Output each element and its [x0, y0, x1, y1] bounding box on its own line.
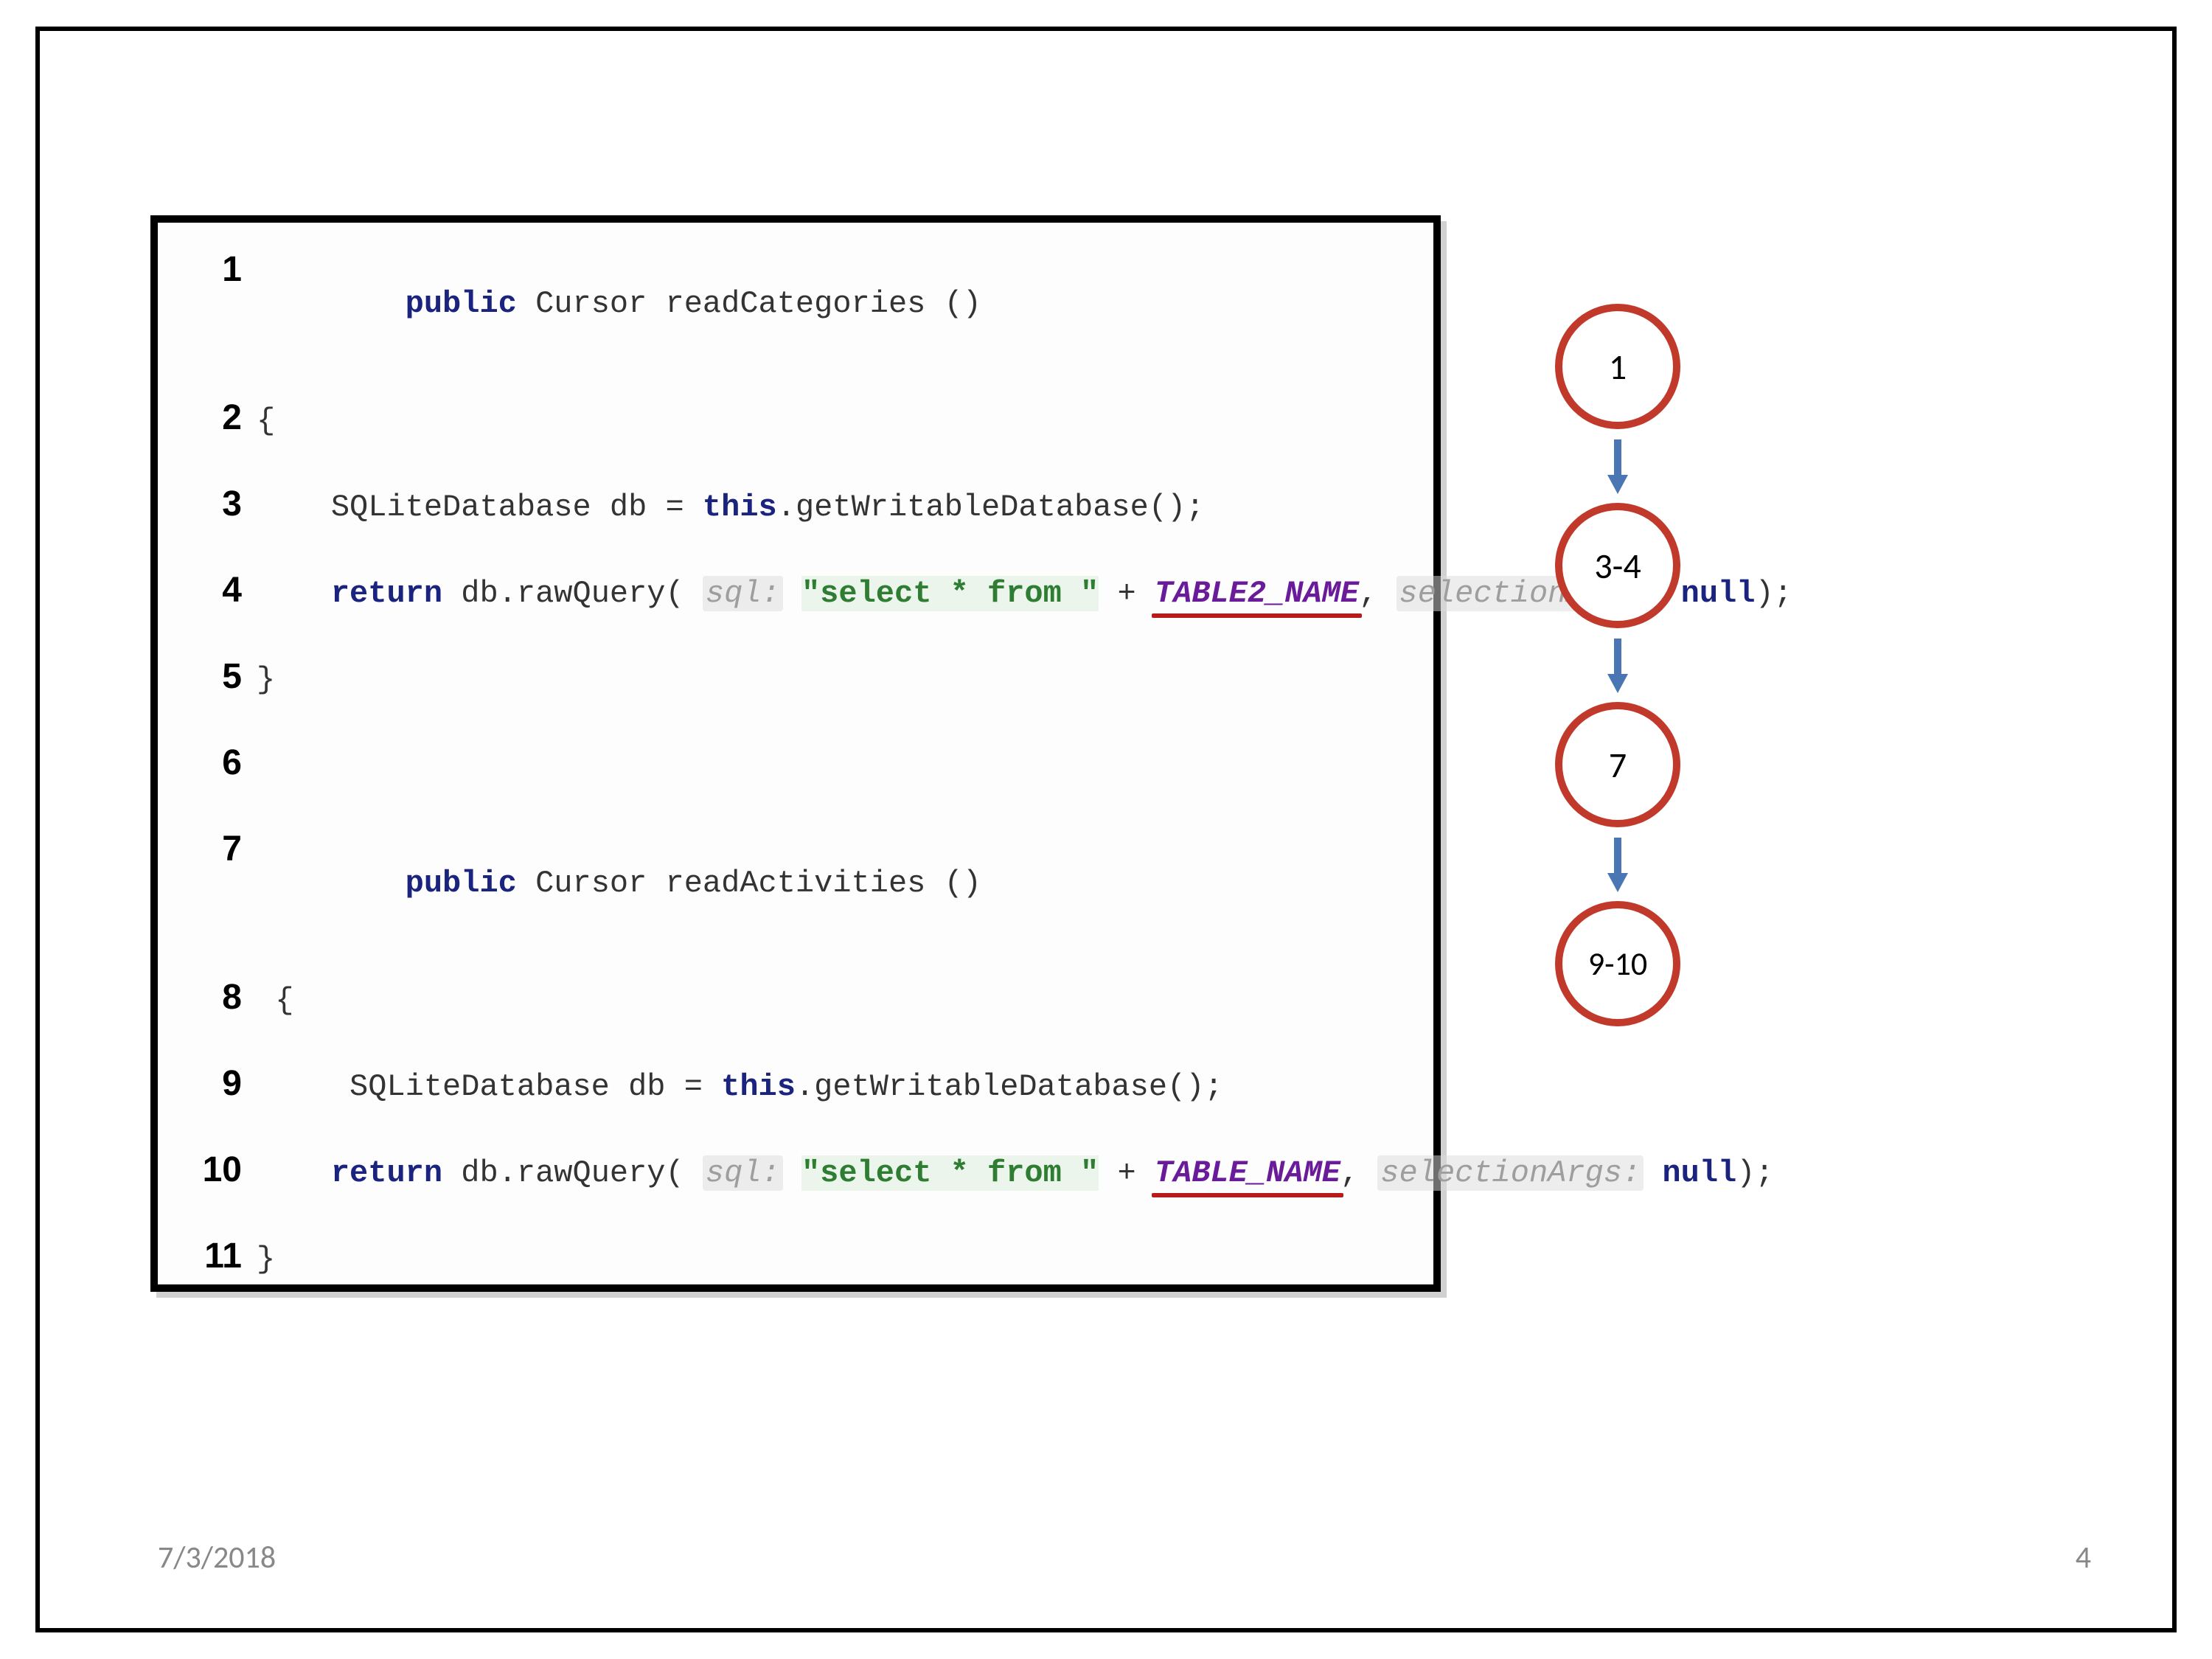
param-hint-selectionargs: selectionArgs: [1377, 1155, 1644, 1191]
code-line-11: 11 } [180, 1239, 1404, 1275]
keyword-public: public [406, 286, 517, 321]
const-table2-name: TABLE2_NAME [1155, 576, 1359, 611]
param-hint-sql: sql: [703, 576, 783, 611]
code-line-3: 3 SQLiteDatabase db = this.getWritableDa… [180, 487, 1404, 523]
code-line-7: 7 public Cursor readActivities () [180, 832, 1404, 930]
flow-arrow-icon [1529, 437, 1706, 495]
underlined-const: TABLE_NAME [1155, 1158, 1340, 1189]
line-number: 11 [180, 1239, 242, 1274]
keyword-this: this [721, 1069, 796, 1105]
line-number: 7 [180, 832, 242, 867]
keyword-public: public [406, 866, 517, 901]
string-literal: "select * from " [801, 1155, 1099, 1191]
code-box: 1 public Cursor readCategories () 2 { 3 … [150, 215, 1441, 1292]
string-literal: "select * from " [801, 576, 1099, 611]
code-line-8: 8 { [180, 980, 1404, 1016]
underlined-const: TABLE2_NAME [1155, 578, 1359, 609]
flow-node-4: 9-10 [1555, 901, 1680, 1026]
footer-date: 7/3/2018 [158, 1539, 276, 1576]
line-number: 3 [180, 487, 242, 522]
keyword-this: this [703, 490, 777, 525]
flow-arrow-icon [1529, 835, 1706, 894]
keyword-return: return [331, 1155, 442, 1191]
line-number: 9 [180, 1066, 242, 1102]
code-line-4: 4 return db.rawQuery( sql: "select * fro… [180, 573, 1404, 609]
line-number: 1 [180, 252, 242, 288]
param-hint-sql: sql: [703, 1155, 783, 1191]
flow-arrow-icon [1529, 636, 1706, 695]
code-line-9: 9 SQLiteDatabase db = this.getWritableDa… [180, 1066, 1404, 1102]
code-line-5: 5 } [180, 659, 1404, 695]
line-number: 5 [180, 659, 242, 695]
const-table-name: TABLE_NAME [1155, 1155, 1340, 1191]
code-line-1: 1 public Cursor readCategories () [180, 252, 1404, 350]
keyword-null: null [1662, 1155, 1736, 1191]
keyword-return: return [331, 576, 442, 611]
line-number: 8 [180, 980, 242, 1015]
code-line-6: 6 [180, 745, 1404, 782]
line-number: 4 [180, 573, 242, 608]
line-number: 6 [180, 745, 242, 781]
flow-node-2: 3-4 [1555, 503, 1680, 628]
line-number: 2 [180, 400, 242, 436]
line-number: 10 [180, 1152, 242, 1188]
flow-node-3: 7 [1555, 702, 1680, 827]
flow-diagram: 1 3-4 7 9-10 [1529, 304, 1706, 1026]
flow-node-1: 1 [1555, 304, 1680, 429]
code-line-10: 10 return db.rawQuery( sql: "select * fr… [180, 1152, 1404, 1189]
slide-frame: 1 public Cursor readCategories () 2 { 3 … [35, 27, 2177, 1632]
code-line-2: 2 { [180, 400, 1404, 437]
footer-page-number: 4 [2076, 1539, 2091, 1576]
